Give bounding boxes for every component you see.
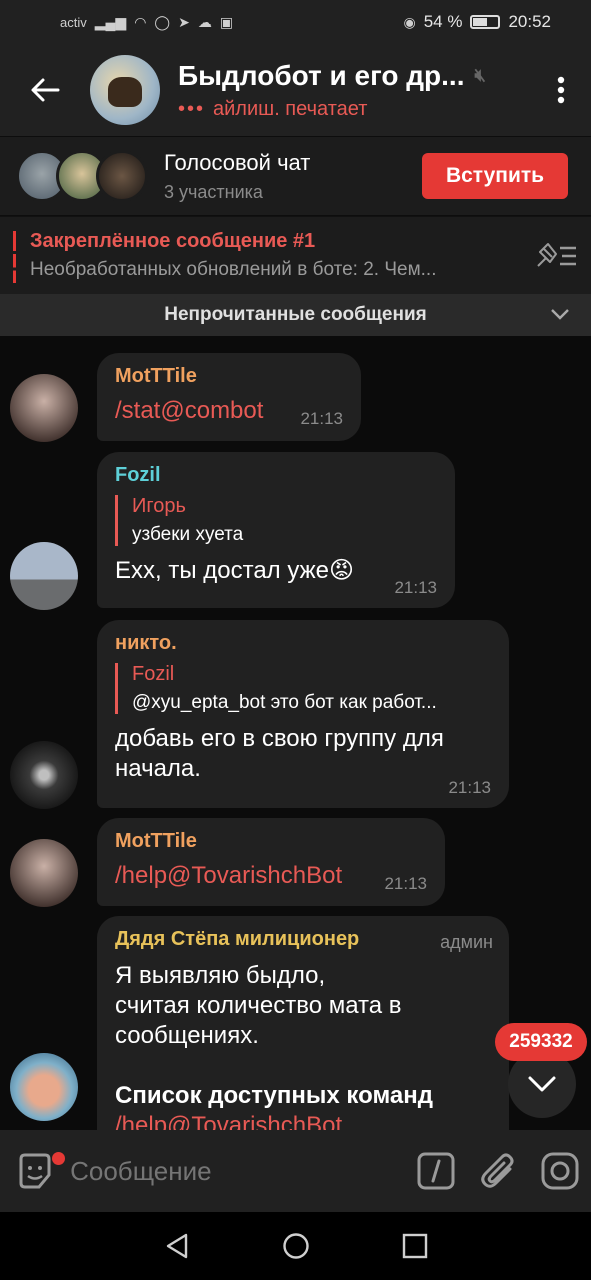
message-bubble[interactable]: Fozil Игорь узбеки хуета Exx, ты достал … <box>97 452 455 608</box>
voice-chat-bar[interactable]: Голосовой чат 3 участника Вступить <box>0 137 591 215</box>
arrow-left-icon <box>31 78 60 102</box>
more-vertical-icon <box>557 76 565 104</box>
attach-button[interactable] <box>467 1130 529 1212</box>
message-text-line: Я выявляю быдло, <box>115 962 326 989</box>
voice-chat-title: Голосовой чат <box>164 149 311 175</box>
status-bar: activ ▂▄▆ ◠ ◯ ➤ ☁ ▣ ◉ 54 % 20:52 <box>0 0 591 44</box>
message-text-line: начала. <box>115 755 201 782</box>
facebook-icon: ▣ <box>219 13 234 30</box>
typing-indicator: ••• <box>178 97 206 120</box>
instagram-camera-icon <box>541 1152 579 1190</box>
pinned-list-button[interactable] <box>521 242 591 270</box>
message-bubble[interactable]: MotTTile /stat@combot 21:13 <box>97 353 361 441</box>
pin-list-icon <box>537 242 576 267</box>
message-bubble[interactable]: никто. Fozil @xyu_epta_bot это бот как р… <box>97 620 509 808</box>
back-button[interactable] <box>0 44 90 136</box>
avatar[interactable] <box>10 741 78 809</box>
avatar[interactable] <box>10 542 78 610</box>
message-sender: Дядя Стёпа милиционер <box>115 928 360 950</box>
unread-count-badge: 259332 <box>495 1023 587 1061</box>
emoji-button[interactable] <box>0 1130 70 1212</box>
chevron-down-icon <box>549 302 571 330</box>
message-text-line: Список доступных команд <box>115 1082 433 1109</box>
message-input[interactable] <box>70 1155 406 1187</box>
message-text-line: добавь его в свою группу для <box>115 725 444 752</box>
pinned-message-bar[interactable]: Закреплённое сообщение #1 Необработанных… <box>0 216 591 294</box>
reply-text: @xyu_epta_bot это бот как работ... <box>132 692 437 713</box>
unread-banner-label: Непрочитанные сообщения <box>164 304 427 325</box>
signal-icon: ▂▄▆ <box>94 13 127 30</box>
message-composer <box>0 1130 591 1212</box>
message-sender: никто. <box>115 632 177 654</box>
reply-preview[interactable]: Fozil @xyu_epta_bot это бот как работ... <box>115 663 491 714</box>
pinned-title: Закреплённое сообщение #1 <box>30 230 316 252</box>
message-text-line: считая количество мата в <box>115 992 402 1019</box>
pinned-text: Необработанных обновлений в боте: 2. Чем… <box>30 259 437 280</box>
participant-avatar <box>96 150 148 202</box>
message-text[interactable]: /help@TovarishchBot <box>115 861 427 891</box>
slash-command-icon <box>417 1152 455 1190</box>
chevron-down-icon <box>528 1076 556 1092</box>
cloud-icon: ☁ <box>197 13 212 30</box>
avatar[interactable] <box>10 374 78 442</box>
message-bubble[interactable]: MotTTile /help@TovarishchBot 21:13 <box>97 818 445 906</box>
pinned-indicator <box>13 231 16 283</box>
message-text-line: сообщениях. <box>115 1022 259 1049</box>
notification-dot <box>52 1152 65 1165</box>
reply-sender: Игорь <box>132 495 186 517</box>
join-voice-chat-button[interactable]: Вступить <box>422 153 568 199</box>
sticker-icon <box>19 1153 51 1189</box>
avatar[interactable] <box>10 839 78 907</box>
message-time: 21:13 <box>300 409 343 428</box>
battery-percent: 54 % <box>423 12 463 31</box>
clock: 20:52 <box>508 12 551 31</box>
system-navigation-bar <box>0 1212 591 1280</box>
nav-back-icon[interactable] <box>164 1232 190 1260</box>
muted-icon: 🔇︎ <box>474 65 486 85</box>
message-bubble[interactable]: Дядя Стёпа милиционер админ Я выявляю бы… <box>97 916 509 1130</box>
message-sender: Fozil <box>115 464 161 486</box>
reply-preview[interactable]: Игорь узбеки хуета <box>115 495 437 546</box>
telegram-icon: ➤ <box>178 13 190 30</box>
nav-recents-icon[interactable] <box>402 1233 428 1259</box>
more-menu-button[interactable] <box>531 44 591 136</box>
message-time: 21:13 <box>394 578 437 597</box>
wifi-icon: ◠ <box>134 13 147 30</box>
eye-icon: ◉ <box>403 13 416 30</box>
nav-home-icon[interactable] <box>282 1232 310 1260</box>
reply-sender: Fozil <box>132 663 175 685</box>
message-time: 21:13 <box>384 874 427 893</box>
chat-header: Быдлобот и его др... 🔇︎ ••• айлиш. печат… <box>0 44 591 136</box>
camera-button[interactable] <box>529 1130 591 1212</box>
unread-messages-banner[interactable]: Непрочитанные сообщения <box>0 294 591 336</box>
admin-badge: админ <box>440 932 493 952</box>
chat-title: Быдлобот и его др... <box>178 59 465 91</box>
voice-participants-avatars <box>16 150 148 202</box>
group-avatar[interactable] <box>90 55 160 125</box>
message-text-line[interactable]: /help@TovarishchBot <box>115 1111 491 1130</box>
chat-title-block[interactable]: Быдлобот и его др... 🔇︎ ••• айлиш. печат… <box>178 60 531 121</box>
voice-chat-participants: 3 участника <box>164 181 263 202</box>
bot-commands-button[interactable] <box>405 1130 467 1212</box>
message-list[interactable]: MotTTile /stat@combot 21:13 Fozil Игорь … <box>0 336 591 1130</box>
chat-status: айлиш. печатает <box>213 97 368 120</box>
reply-text: узбеки хуета <box>132 524 244 545</box>
message-time: 21:13 <box>448 778 491 797</box>
message-text: Exx, ты достал уже😡 <box>115 557 355 584</box>
battery-icon <box>470 15 501 29</box>
whatsapp-icon: ◯ <box>154 13 171 30</box>
avatar[interactable] <box>10 1053 78 1121</box>
paperclip-icon <box>481 1153 514 1188</box>
message-sender: MotTTile <box>115 365 197 387</box>
carrier-label: activ <box>60 14 87 30</box>
message-sender: MotTTile <box>115 830 197 852</box>
